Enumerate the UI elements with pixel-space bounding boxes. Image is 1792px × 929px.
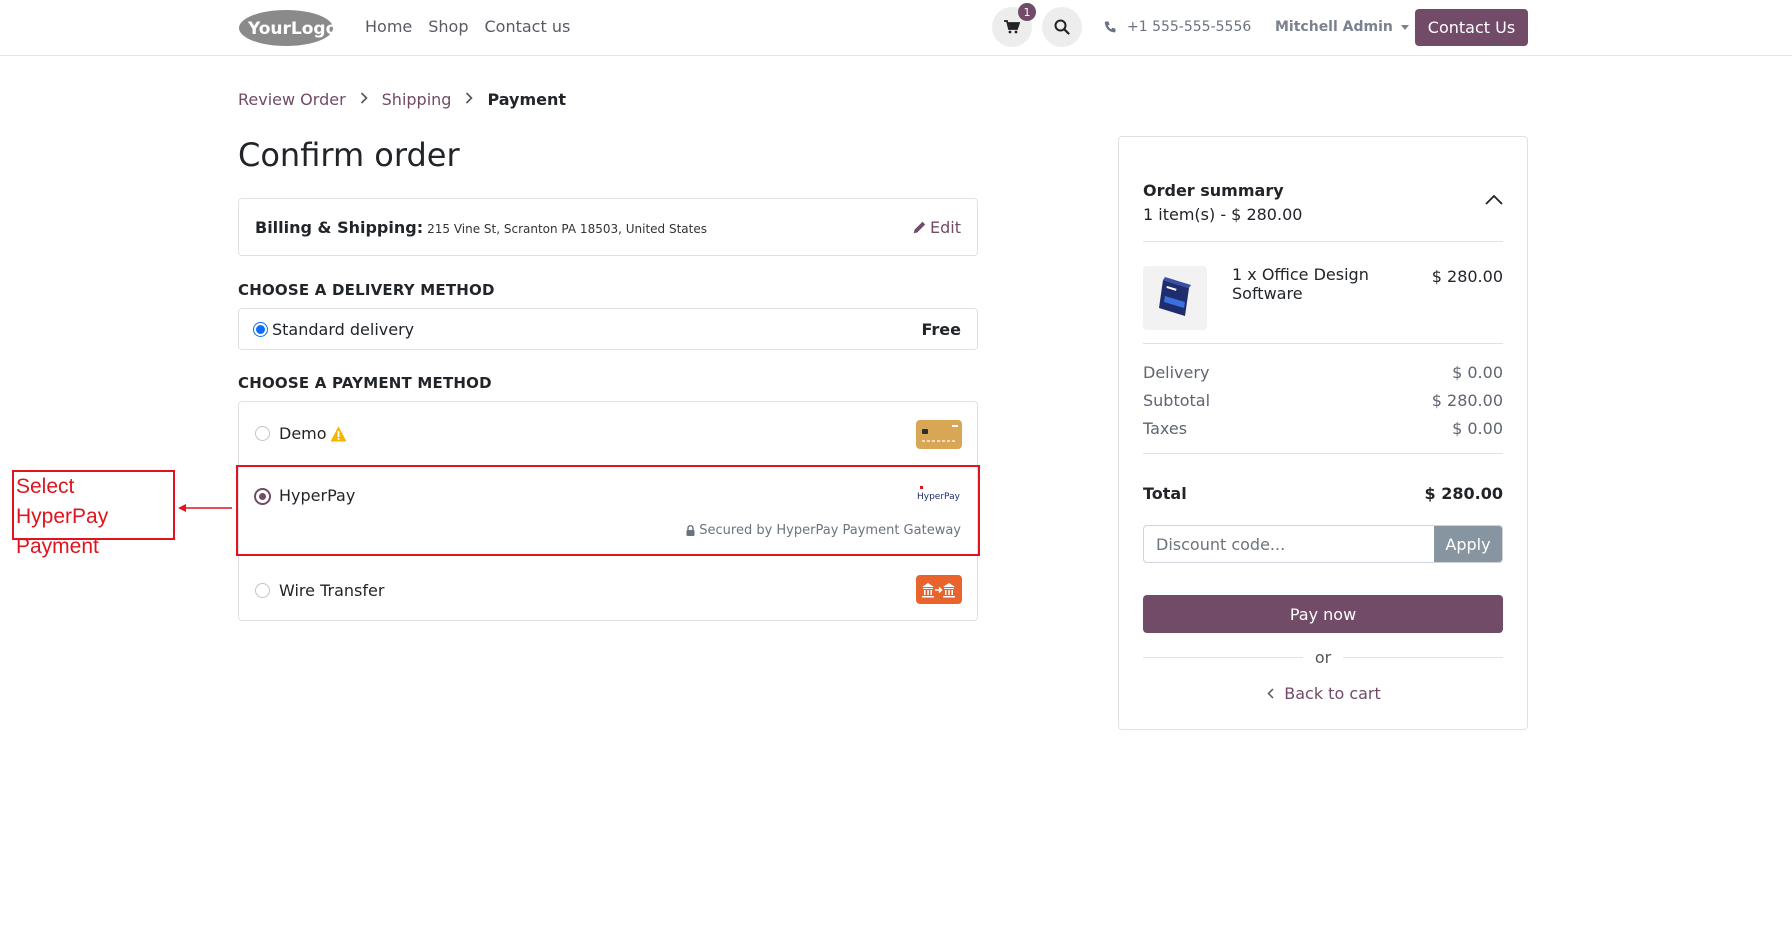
summary-row-total: Total $ 280.00 — [1143, 484, 1503, 503]
order-summary-card: Order summary 1 item(s) - $ 280.00 1 x O… — [1118, 136, 1528, 730]
user-name: Mitchell Admin — [1275, 19, 1393, 35]
summary-row-delivery: Delivery $ 0.00 — [1143, 363, 1503, 382]
contact-us-button[interactable]: Contact Us — [1415, 9, 1528, 46]
logo-text: YourLogo — [247, 19, 334, 39]
annotation-line2: Payment — [16, 535, 99, 558]
phone-link[interactable]: +1 555-555-5556 — [1104, 19, 1251, 35]
delivery-section-title: CHOOSE A DELIVERY METHOD — [238, 281, 495, 299]
discount-group: Discount code... Apply — [1143, 525, 1503, 563]
user-menu[interactable]: Mitchell Admin — [1275, 19, 1409, 35]
chevron-right-icon — [465, 91, 474, 108]
phone-icon — [1104, 21, 1116, 32]
or-label: or — [1314, 648, 1332, 667]
payment-label-demo: Demo — [279, 424, 327, 443]
cart-count-badge: 1 — [1018, 3, 1036, 21]
summary-value: $ 280.00 — [1431, 391, 1503, 410]
site-logo[interactable]: YourLogo — [238, 8, 337, 47]
pay-now-button[interactable]: Pay now — [1143, 595, 1503, 633]
divider — [1143, 343, 1503, 344]
total-value: $ 280.00 — [1424, 484, 1503, 503]
summary-value: $ 0.00 — [1452, 363, 1503, 382]
edit-address-link[interactable]: Edit — [913, 218, 961, 237]
divider — [1143, 453, 1503, 454]
delivery-option-standard[interactable]: Standard delivery Free — [238, 308, 978, 350]
billing-label: Billing & Shipping: — [255, 218, 424, 237]
back-to-cart-label: Back to cart — [1284, 684, 1381, 703]
summary-row-taxes: Taxes $ 0.00 — [1143, 419, 1503, 438]
discount-code-input[interactable]: Discount code... — [1144, 526, 1434, 562]
pencil-icon — [913, 221, 926, 234]
hyperpay-highlight-box — [236, 465, 980, 556]
breadcrumb-shipping[interactable]: Shipping — [382, 90, 452, 109]
summary-label: Delivery — [1143, 363, 1210, 382]
order-summary-subtitle: 1 item(s) - $ 280.00 — [1143, 205, 1303, 224]
payment-label-wire-transfer: Wire Transfer — [279, 581, 385, 600]
bank-transfer-icon — [916, 575, 962, 604]
breadcrumb-payment: Payment — [487, 90, 567, 109]
payment-option-wire-transfer[interactable]: Wire Transfer — [239, 555, 977, 621]
product-price: $ 280.00 — [1431, 267, 1503, 286]
or-separator: or — [1143, 648, 1503, 667]
divider — [1143, 657, 1303, 658]
payment-radio-wire-transfer[interactable] — [255, 583, 270, 598]
edit-label: Edit — [930, 218, 961, 237]
search-button[interactable] — [1042, 7, 1082, 47]
cart-icon — [1004, 20, 1020, 34]
main-nav: Home Shop Contact us — [365, 17, 570, 36]
total-label: Total — [1143, 484, 1187, 503]
divider — [1143, 241, 1503, 242]
divider — [1343, 657, 1503, 658]
delivery-option-price: Free — [921, 320, 962, 339]
phone-number: +1 555-555-5556 — [1127, 19, 1252, 35]
annotation-arrow-icon — [178, 504, 232, 512]
credit-card-icon — [916, 420, 962, 449]
chevron-left-icon — [1267, 688, 1274, 699]
checkout-breadcrumb: Review Order Shipping Payment — [238, 90, 566, 109]
nav-shop[interactable]: Shop — [428, 17, 468, 36]
billing-address: 215 Vine St, Scranton PA 18503, United S… — [427, 222, 707, 236]
delivery-radio[interactable] — [253, 322, 268, 337]
summary-value: $ 0.00 — [1452, 419, 1503, 438]
product-image — [1143, 266, 1207, 330]
search-icon — [1054, 19, 1070, 35]
payment-option-demo[interactable]: Demo — [239, 402, 977, 465]
payment-radio-demo[interactable] — [255, 426, 270, 441]
nav-home[interactable]: Home — [365, 17, 412, 36]
summary-label: Subtotal — [1143, 391, 1211, 410]
back-to-cart-link[interactable]: Back to cart — [1119, 684, 1529, 703]
chevron-down-icon — [1400, 24, 1409, 30]
delivery-option-label: Standard delivery — [272, 320, 415, 339]
payment-section-title: CHOOSE A PAYMENT METHOD — [238, 374, 492, 392]
breadcrumb-review-order[interactable]: Review Order — [238, 90, 346, 109]
chevron-right-icon — [360, 91, 368, 108]
chevron-up-icon[interactable] — [1485, 194, 1503, 205]
warning-icon — [330, 426, 347, 442]
billing-shipping-card: Billing & Shipping: 215 Vine St, Scranto… — [238, 198, 978, 256]
page-title: Confirm order — [238, 136, 460, 174]
annotation-callout: Select HyperPay Payment — [12, 470, 175, 558]
order-summary-title: Order summary — [1143, 181, 1284, 200]
top-navbar: YourLogo Home Shop Contact us 1 +1 555-5… — [0, 0, 1792, 56]
nav-contact-us[interactable]: Contact us — [485, 17, 571, 36]
annotation-line1: Select HyperPay — [16, 475, 109, 528]
summary-row-subtotal: Subtotal $ 280.00 — [1143, 391, 1503, 410]
apply-discount-button[interactable]: Apply — [1434, 526, 1502, 562]
product-name: 1 x Office Design Software — [1232, 265, 1369, 303]
summary-label: Taxes — [1143, 419, 1188, 438]
